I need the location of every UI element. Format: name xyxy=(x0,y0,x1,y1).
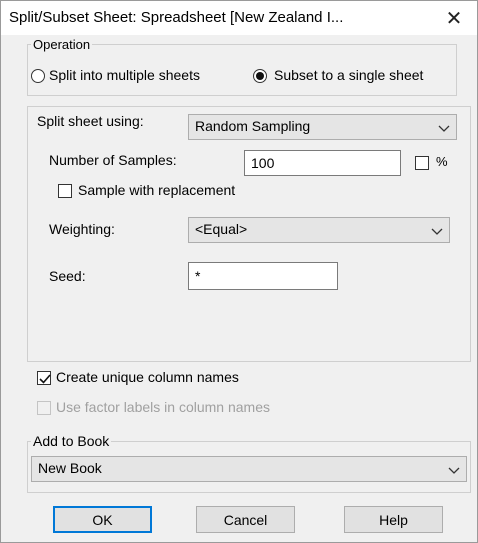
ok-button[interactable]: OK xyxy=(53,506,152,533)
title-bar: Split/Subset Sheet: Spreadsheet [New Zea… xyxy=(1,1,477,35)
number-of-samples-input[interactable] xyxy=(244,150,401,176)
cancel-button[interactable]: Cancel xyxy=(196,506,295,533)
help-button-label: Help xyxy=(379,511,408,528)
operation-group-label: Operation xyxy=(31,37,93,52)
radio-split-multiple[interactable] xyxy=(31,69,45,83)
weighting-label: Weighting: xyxy=(49,221,115,237)
unique-names-label[interactable]: Create unique column names xyxy=(56,369,239,385)
radio-subset-single-label[interactable]: Subset to a single sheet xyxy=(274,67,423,83)
replacement-checkbox[interactable] xyxy=(58,184,72,198)
close-icon: ✕ xyxy=(445,7,463,30)
checkmark-icon xyxy=(39,374,51,384)
add-to-book-value: New Book xyxy=(38,460,102,476)
help-button[interactable]: Help xyxy=(344,506,443,533)
chevron-down-icon xyxy=(438,121,450,137)
ok-button-label: OK xyxy=(92,511,113,528)
number-of-samples-label: Number of Samples: xyxy=(49,152,177,168)
close-button[interactable]: ✕ xyxy=(437,4,471,32)
split-subset-dialog: Split/Subset Sheet: Spreadsheet [New Zea… xyxy=(0,0,478,543)
chevron-down-icon xyxy=(448,463,460,479)
radio-split-multiple-label[interactable]: Split into multiple sheets xyxy=(49,67,200,83)
seed-label: Seed: xyxy=(49,268,86,284)
percent-label: % xyxy=(436,154,448,169)
seed-input[interactable] xyxy=(188,262,338,290)
split-sheet-using-label: Split sheet using: xyxy=(35,113,146,129)
add-to-book-select[interactable]: New Book xyxy=(31,456,467,482)
radio-subset-single[interactable] xyxy=(253,69,267,83)
factor-labels-checkbox xyxy=(37,401,51,415)
unique-names-checkbox[interactable] xyxy=(37,371,51,385)
cancel-button-label: Cancel xyxy=(223,511,268,528)
weighting-select[interactable]: <Equal> xyxy=(188,217,450,243)
add-to-book-label: Add to Book xyxy=(31,433,112,449)
weighting-value: <Equal> xyxy=(195,221,248,237)
percent-checkbox[interactable] xyxy=(415,156,429,170)
split-method-select[interactable]: Random Sampling xyxy=(188,114,457,140)
split-method-value: Random Sampling xyxy=(195,118,311,134)
window-title: Split/Subset Sheet: Spreadsheet [New Zea… xyxy=(9,9,344,26)
factor-labels-label: Use factor labels in column names xyxy=(56,399,270,415)
replacement-label[interactable]: Sample with replacement xyxy=(78,182,235,198)
chevron-down-icon xyxy=(431,224,443,240)
